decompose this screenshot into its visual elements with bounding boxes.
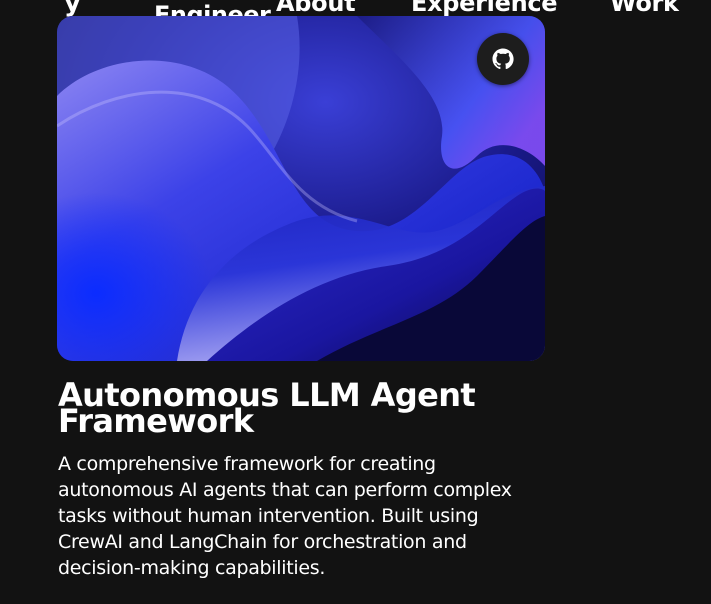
project-description: A comprehensive framework for creating a…	[58, 453, 512, 579]
project-thumbnail[interactable]	[57, 16, 545, 361]
abstract-waves-image	[57, 16, 545, 361]
github-link-button[interactable]	[477, 33, 529, 85]
github-icon	[492, 48, 514, 70]
nav-link-experience[interactable]: Experience	[411, 0, 558, 17]
nav-link-work[interactable]: Work	[610, 0, 679, 17]
project-title: Autonomous LLM Agent Framework	[58, 376, 476, 440]
page: y Al Engineer About Experience Work	[0, 0, 711, 604]
nav-link-about[interactable]: About	[276, 0, 356, 17]
